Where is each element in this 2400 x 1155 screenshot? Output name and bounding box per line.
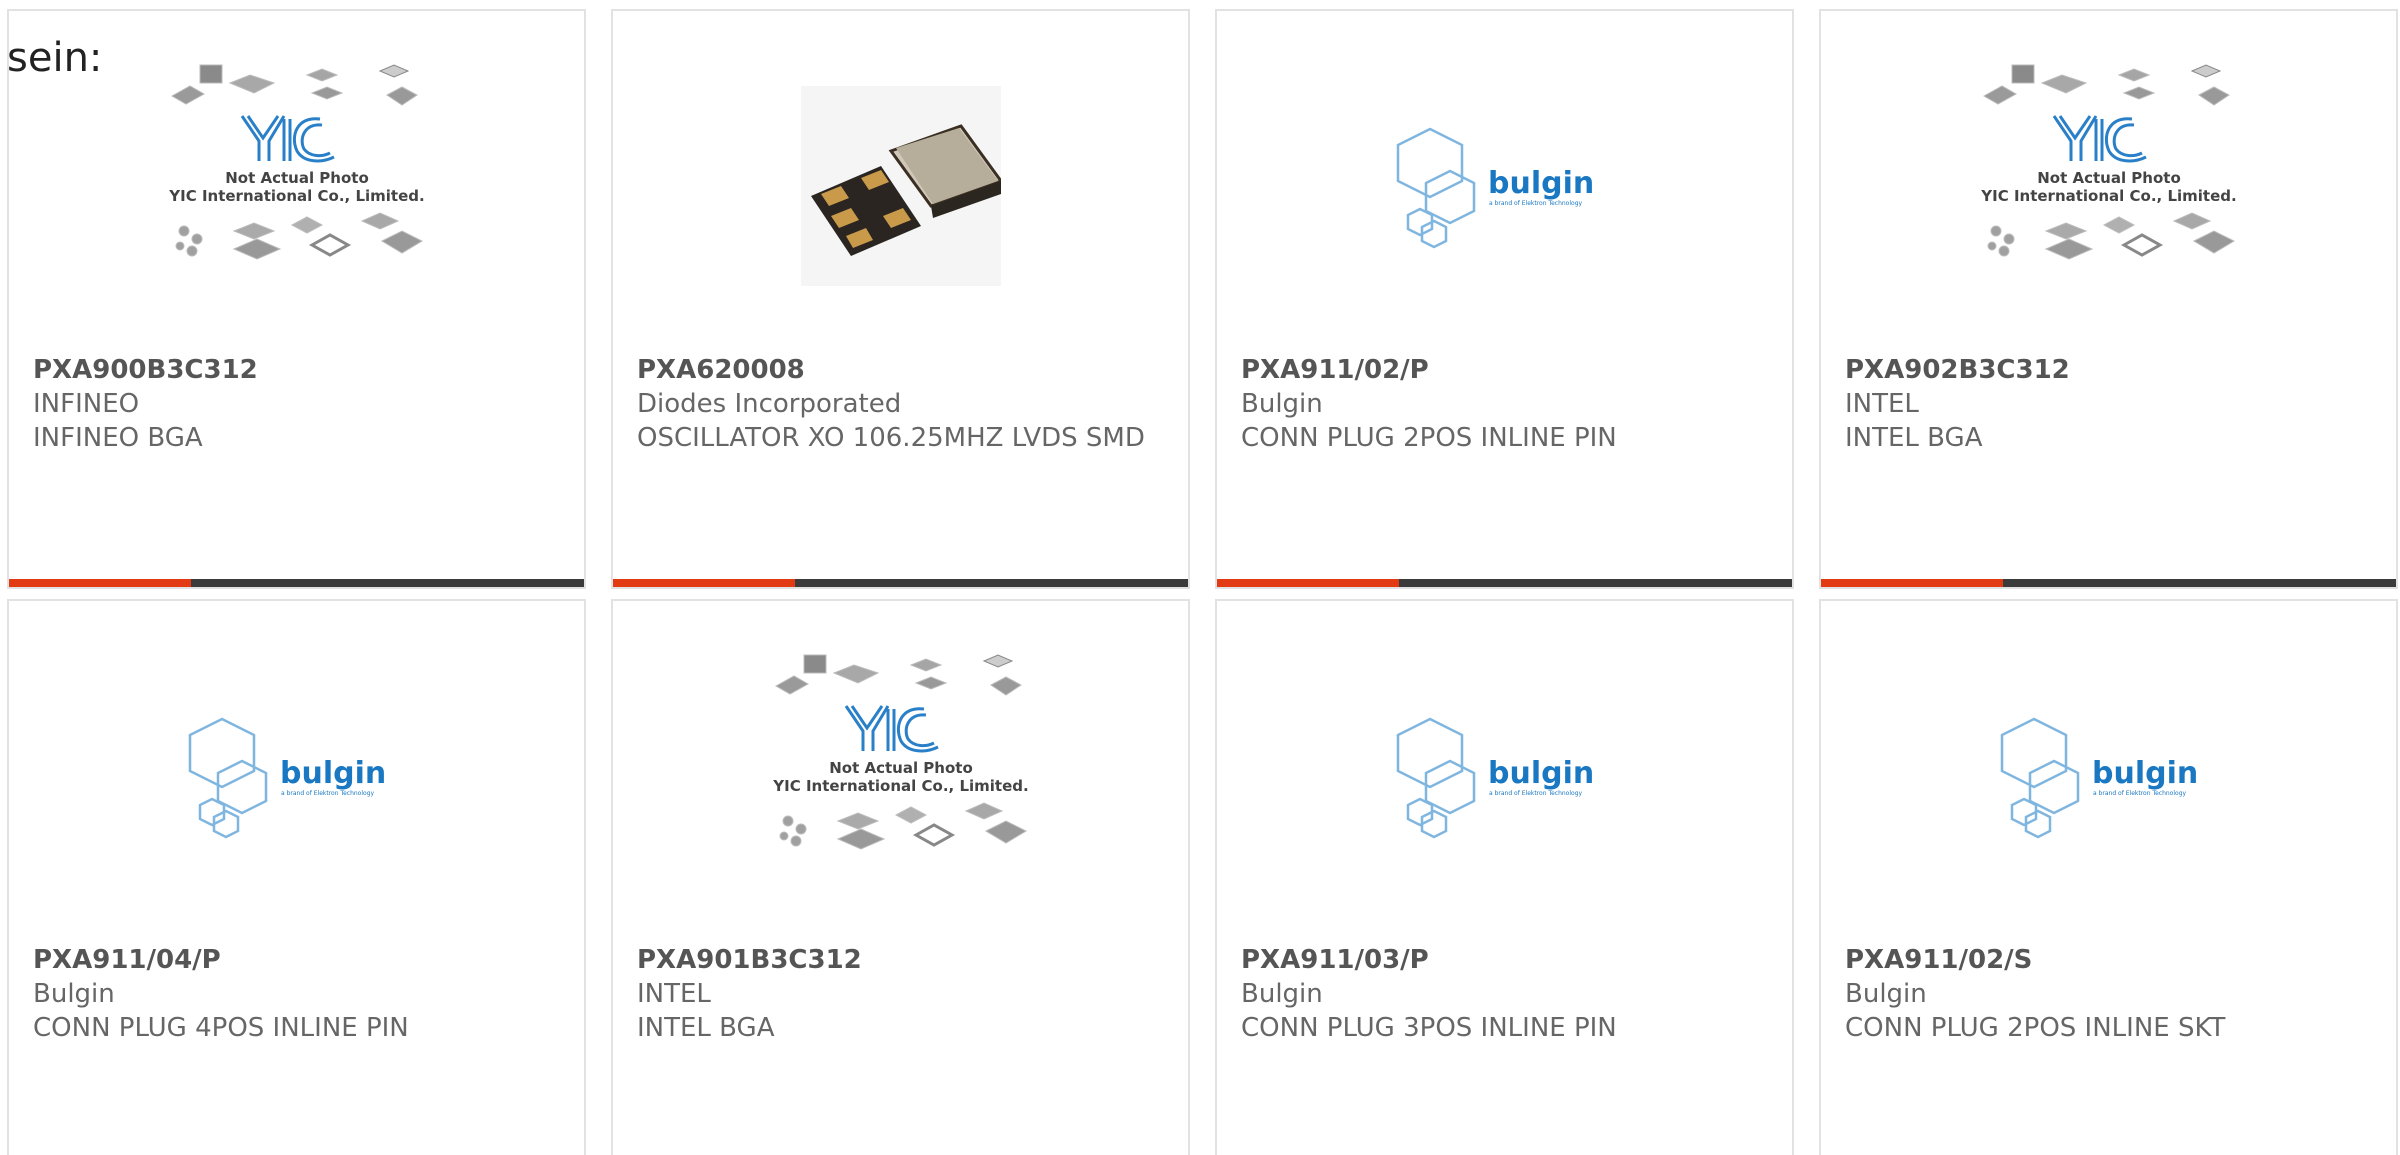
yic-placeholder-image: Not Actual Photo YIC International Co., … <box>772 654 1028 850</box>
yic-line2: YIC International Co., Limited. <box>772 777 1028 795</box>
bulgin-tagline: a brand of Elektron Technology <box>281 790 374 797</box>
bulgin-logo: bulgin a brand of Elektron Technology <box>188 717 386 839</box>
product-card[interactable]: Not Actual Photo YIC International Co., … <box>1819 9 2398 589</box>
card-accent-bar <box>1217 579 1399 587</box>
product-card[interactable]: Not Actual Photo YIC International Co., … <box>611 599 1190 1155</box>
product-card[interactable]: Not Actual Photo YIC International Co., … <box>7 9 586 589</box>
manufacturer: Bulgin <box>1241 389 1323 419</box>
bulgin-tagline: a brand of Elektron Technology <box>1489 200 1582 207</box>
page: sein: Not Actual Photo YIC International… <box>0 0 2400 1155</box>
card-bottom-bar <box>1821 579 2396 587</box>
bulgin-brand: bulgin <box>280 756 386 791</box>
intro-text: sein: <box>7 35 103 81</box>
part-number-link[interactable]: PXA911/04/P <box>33 943 560 977</box>
description: OSCILLATOR XO 106.25MHZ LVDS SMD <box>637 423 1145 453</box>
yic-placeholder-image: Not Actual Photo YIC International Co., … <box>168 64 424 260</box>
product-card[interactable]: bulgin a brand of Elektron Technology PX… <box>7 599 586 1155</box>
card-bottom-bar <box>9 579 584 587</box>
description: CONN PLUG 2POS INLINE SKT <box>1845 1013 2226 1043</box>
product-info: PXA911/02/P Bulgin CONN PLUG 2POS INLINE P… <box>1241 353 1768 455</box>
manufacturer: INFINEO <box>33 389 140 419</box>
bulgin-tagline: a brand of Elektron Technology <box>1489 790 1582 797</box>
product-info: PXA901B3C312 INTEL INTEL BGA <box>637 943 1164 1045</box>
product-info: PXA620008 Diodes Incorporated OSCILLATOR X… <box>637 353 1164 455</box>
product-info: PXA900B3C312 INFINEO INFINEO BGA <box>33 353 560 455</box>
product-info: PXA911/04/P Bulgin CONN PLUG 4POS INLINE P… <box>33 943 560 1045</box>
bulgin-logo: bulgin a brand of Elektron Technology <box>2000 717 2198 839</box>
part-number-link[interactable]: PXA911/02/S <box>1845 943 2372 977</box>
description: INTEL BGA <box>637 1013 775 1043</box>
product-image[interactable]: bulgin a brand of Elektron Technology <box>1821 651 2396 901</box>
product-card[interactable]: bulgin a brand of Elektron Technology PX… <box>1215 599 1794 1155</box>
description: CONN PLUG 2POS INLINE PIN <box>1241 423 1617 453</box>
manufacturer: Bulgin <box>1845 979 1927 1009</box>
bulgin-brand: bulgin <box>1488 756 1594 791</box>
card-bottom-bar <box>1217 579 1792 587</box>
description: INTEL BGA <box>1845 423 1983 453</box>
yic-placeholder-image: Not Actual Photo YIC International Co., … <box>1980 64 2236 260</box>
product-info: PXA911/02/S Bulgin CONN PLUG 2POS INLINE S… <box>1845 943 2372 1045</box>
manufacturer: INTEL <box>1845 389 1919 419</box>
bulgin-tagline: a brand of Elektron Technology <box>2093 790 2186 797</box>
oscillator-photo <box>800 86 1001 286</box>
part-number-link[interactable]: PXA900B3C312 <box>33 353 560 387</box>
description: CONN PLUG 4POS INLINE PIN <box>33 1013 409 1043</box>
bulgin-brand: bulgin <box>2092 756 2198 791</box>
yic-line1: Not Actual Photo <box>2037 169 2181 187</box>
product-grid: Not Actual Photo YIC International Co., … <box>7 9 2398 1155</box>
product-info: PXA902B3C312 INTEL INTEL BGA <box>1845 353 2372 455</box>
card-accent-bar <box>9 579 191 587</box>
description: CONN PLUG 3POS INLINE PIN <box>1241 1013 1617 1043</box>
part-number-link[interactable]: PXA911/03/P <box>1241 943 1768 977</box>
product-image[interactable]: Not Actual Photo YIC International Co., … <box>613 651 1188 901</box>
product-card[interactable]: PXA620008 Diodes Incorporated OSCILLATOR X… <box>611 9 1190 589</box>
yic-line2: YIC International Co., Limited. <box>168 187 424 205</box>
bulgin-logo: bulgin a brand of Elektron Technology <box>1396 127 1594 249</box>
yic-line1: Not Actual Photo <box>829 759 973 777</box>
card-accent-bar <box>1821 579 2003 587</box>
description: INFINEO BGA <box>33 423 203 453</box>
manufacturer: Bulgin <box>33 979 115 1009</box>
part-number-link[interactable]: PXA911/02/P <box>1241 353 1768 387</box>
product-info: PXA911/03/P Bulgin CONN PLUG 3POS INLINE P… <box>1241 943 1768 1045</box>
product-image[interactable]: bulgin a brand of Elektron Technology <box>1217 61 1792 311</box>
product-image[interactable]: bulgin a brand of Elektron Technology <box>9 651 584 901</box>
manufacturer: Bulgin <box>1241 979 1323 1009</box>
part-number-link[interactable]: PXA901B3C312 <box>637 943 1164 977</box>
part-number-link[interactable]: PXA620008 <box>637 353 1164 387</box>
bulgin-brand: bulgin <box>1488 166 1594 201</box>
product-image[interactable] <box>613 61 1188 311</box>
product-card[interactable]: bulgin a brand of Elektron Technology PX… <box>1819 599 2398 1155</box>
card-bottom-bar <box>613 579 1188 587</box>
manufacturer: Diodes Incorporated <box>637 389 902 419</box>
product-image[interactable]: Not Actual Photo YIC International Co., … <box>1821 61 2396 311</box>
yic-line2: YIC International Co., Limited. <box>1980 187 2236 205</box>
manufacturer: INTEL <box>637 979 711 1009</box>
product-card[interactable]: bulgin a brand of Elektron Technology PX… <box>1215 9 1794 589</box>
yic-line1: Not Actual Photo <box>225 169 369 187</box>
product-image[interactable]: Not Actual Photo YIC International Co., … <box>9 61 584 311</box>
bulgin-logo: bulgin a brand of Elektron Technology <box>1396 717 1594 839</box>
product-image[interactable]: bulgin a brand of Elektron Technology <box>1217 651 1792 901</box>
part-number-link[interactable]: PXA902B3C312 <box>1845 353 2372 387</box>
card-accent-bar <box>613 579 795 587</box>
